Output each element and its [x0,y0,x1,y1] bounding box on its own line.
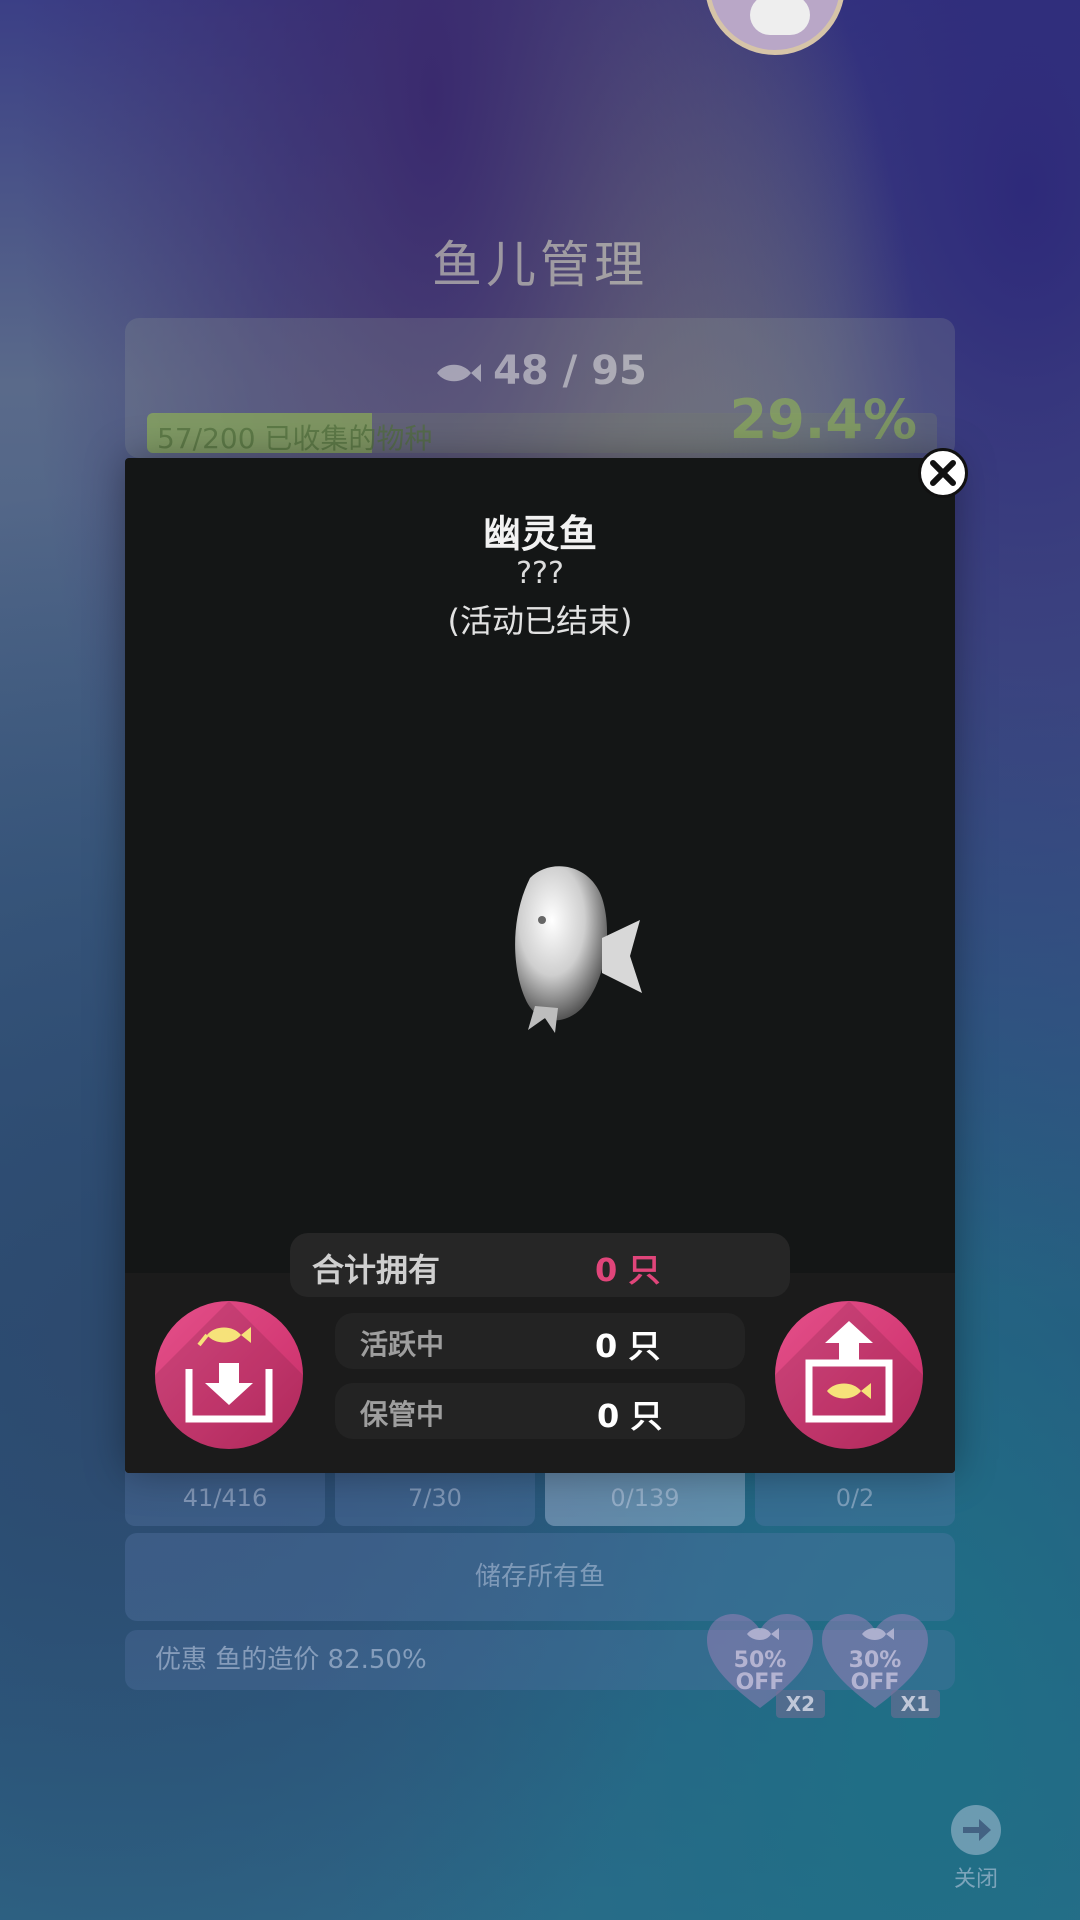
tab-category-1[interactable]: 41/416 [125,1470,325,1526]
active-value: 0 只 [595,1327,661,1365]
stored-row: 保管中 0 只 [335,1383,745,1439]
active-label: 活跃中 [360,1328,445,1361]
collection-progress-text: 57/200 已收集的物种 [157,422,433,453]
close-page-label: 关闭 [953,1867,998,1892]
avatar [705,0,845,55]
arrow-right-icon [951,1805,1001,1855]
stored-label: 保管中 [360,1398,445,1431]
coupon-30-percent: 30% OFF [848,1648,902,1695]
collection-percent: 29.4% [729,388,917,451]
store-fish-button[interactable] [155,1301,303,1449]
coupon-50[interactable]: 50% OFF X2 [705,1612,825,1718]
avatar-face [750,0,810,35]
event-status: (活动已结束) [447,602,633,640]
tab-category-2[interactable]: 7/30 [335,1470,535,1526]
coupon-50-multiplier: X2 [775,1690,825,1718]
fish-icon [437,364,482,382]
page-title: 鱼儿管理 [432,236,648,294]
fish-count-value: 48 / 95 [493,348,647,394]
close-icon [930,460,956,486]
coupon-50-percent: 50% OFF [733,1648,787,1695]
close-dialog-button[interactable] [918,448,968,498]
deploy-fish-button[interactable] [775,1301,923,1449]
total-owned-row: 合计拥有 0 只 [290,1233,790,1297]
fish-scientific-name: ??? [516,556,564,591]
tab-category-3[interactable]: 0/139 [545,1470,745,1526]
stored-value: 0 只 [597,1397,663,1435]
coupon-30-multiplier: X1 [890,1690,940,1718]
store-fish-icon [185,1327,273,1423]
close-page-button[interactable]: 关闭 [946,1805,1006,1893]
store-all-button[interactable]: 储存所有鱼 [125,1533,955,1621]
discount-text: 优惠 鱼的造价 82.50% [155,1645,427,1675]
tab-category-4[interactable]: 0/2 [755,1470,955,1526]
coupon-30[interactable]: 30% OFF X1 [820,1612,940,1718]
total-owned-value: 0 只 [595,1251,661,1289]
total-owned-label: 合计拥有 [312,1251,441,1289]
ghost-fish-model [515,866,642,1033]
fish-name: 幽灵鱼 [482,512,597,556]
collection-panel: 48 / 95 57/200 已收集的物种 29.4% [125,318,955,458]
active-row: 活跃中 0 只 [335,1313,745,1369]
deploy-fish-icon [805,1321,893,1423]
fish-detail-dialog: 幽灵鱼 ??? (活动已结束) 合计拥有 0 只 活跃中 0 只 保管中 0 只 [125,448,968,1473]
category-tabs: 41/416 7/30 0/139 0/2 [125,1470,955,1526]
